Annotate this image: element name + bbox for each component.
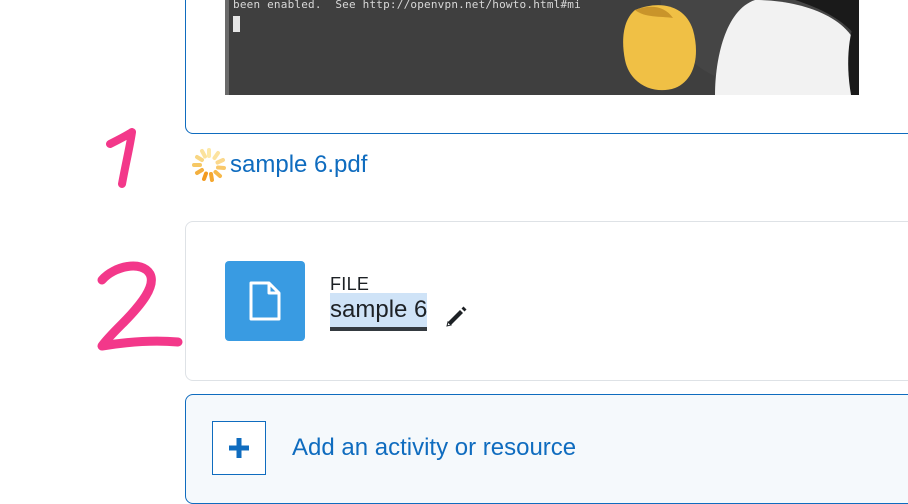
annotation-number-2 <box>97 261 183 351</box>
penguin-mascot-image <box>623 0 859 95</box>
activity-name-edit-field[interactable]: sample 6 <box>330 293 428 331</box>
plus-icon <box>229 438 249 458</box>
terminal-screenshot-image: been enabled. See http://openvpn.net/how… <box>225 0 859 95</box>
terminal-text: been enabled. See http://openvpn.net/how… <box>233 0 581 11</box>
activity-name-input[interactable]: sample 6 <box>330 293 428 331</box>
add-activity-label[interactable]: Add an activity or resource <box>292 434 576 462</box>
pdf-resource-row[interactable]: sample 6.pdf <box>190 145 367 185</box>
spinner-icon <box>192 148 226 182</box>
activity-type-label: FILE <box>330 274 370 294</box>
document-icon <box>249 281 281 321</box>
add-activity-button[interactable] <box>212 421 266 475</box>
pencil-icon[interactable] <box>443 303 469 329</box>
pdf-resource-link[interactable]: sample 6.pdf <box>230 151 367 179</box>
terminal-cursor <box>233 16 240 32</box>
terminal-scrollbar <box>225 0 229 95</box>
file-activity-icon <box>225 261 305 341</box>
annotation-number-1 <box>106 128 136 188</box>
